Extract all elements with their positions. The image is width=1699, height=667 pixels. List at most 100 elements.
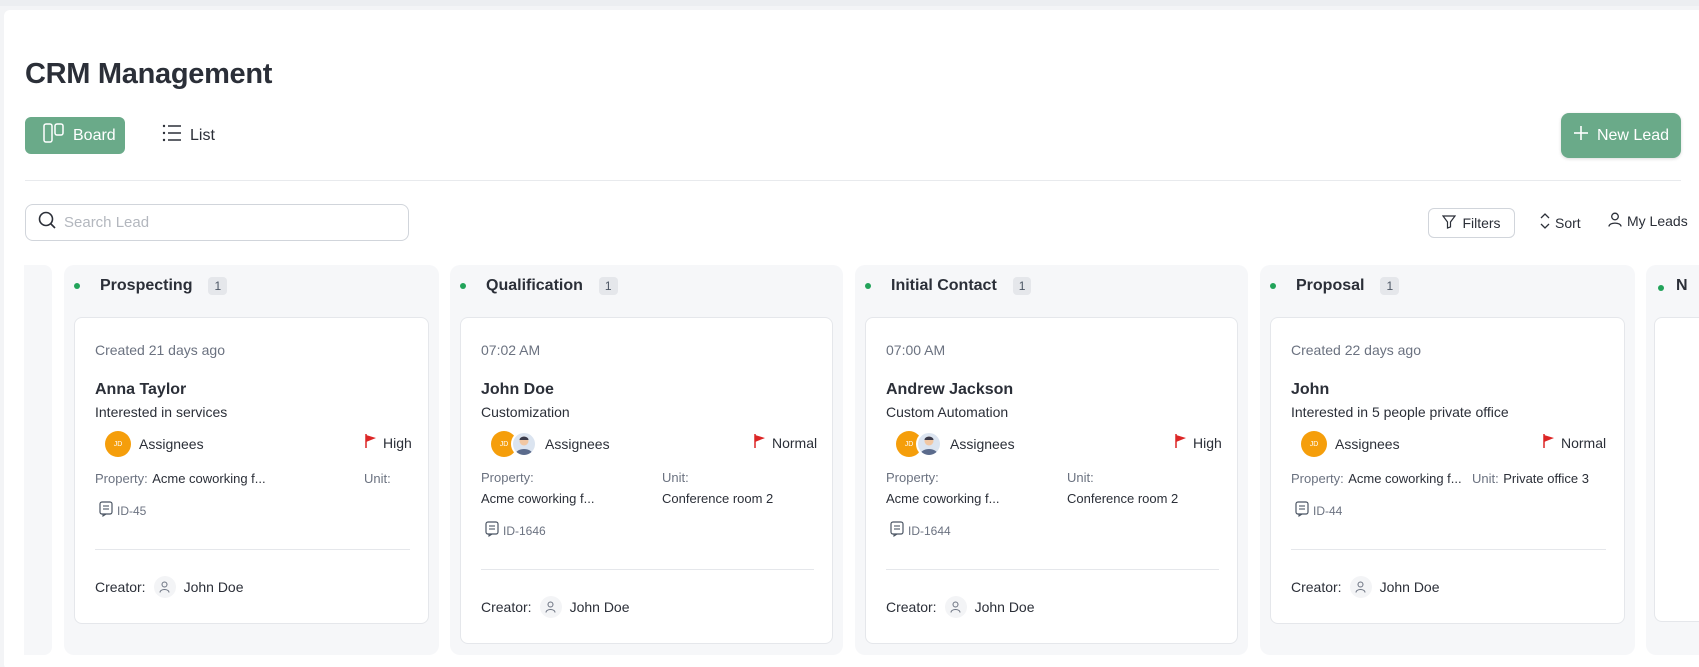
lead-id: ID-1644 (890, 521, 951, 540)
property-value: Acme coworking f... (886, 491, 1000, 506)
sort-button[interactable]: Sort (1540, 213, 1581, 232)
lead-description: Interested in services (95, 404, 228, 420)
search-input[interactable] (64, 214, 384, 231)
creator-label: Creator: (481, 599, 532, 615)
card-divider (1291, 549, 1606, 550)
receipt-icon (890, 521, 904, 540)
card-date: 07:00 AM (886, 342, 946, 358)
unit-row: Unit: Private office 3 (1472, 470, 1589, 488)
priority-badge[interactable]: Normal (1543, 434, 1606, 451)
property-label: Property: (886, 470, 939, 485)
column-stub-left (24, 265, 52, 655)
assignees[interactable]: JD Assignees (1301, 431, 1400, 457)
lead-card[interactable]: Created 21 days ago Anna Taylor Interest… (74, 317, 429, 624)
priority-badge[interactable]: Normal (754, 434, 817, 451)
card-date: Created 21 days ago (95, 342, 225, 358)
lead-card[interactable]: 07:02 AM John Doe Customization JD Assig… (460, 317, 833, 644)
search-box[interactable] (25, 204, 409, 241)
assignees[interactable]: JD Assignees (491, 431, 610, 457)
column-title: Initial Contact (891, 277, 997, 294)
unit-value: Conference room 2 (662, 491, 774, 506)
card-divider (95, 549, 410, 550)
plus-icon (1573, 125, 1589, 146)
property-row: Property: Acme coworking f... (1291, 470, 1462, 488)
new-lead-label: New Lead (1596, 126, 1670, 144)
user-icon (153, 576, 176, 598)
column-count: 1 (1380, 277, 1400, 295)
lead-name: Andrew Jackson (886, 381, 1014, 398)
lead-id-text: ID-44 (1313, 503, 1343, 518)
creator-label: Creator: (886, 599, 937, 615)
lead-card[interactable]: Created 22 days ago John Interested in 5… (1270, 317, 1625, 624)
property-value: Acme coworking f... (481, 491, 595, 506)
list-view-button[interactable]: List (162, 124, 215, 147)
status-dot (865, 283, 871, 289)
unit-label: Unit: (1472, 471, 1499, 486)
list-icon (162, 124, 182, 147)
avatar-photo (511, 431, 537, 457)
creator-name: John Doe (1379, 579, 1440, 595)
card-divider (886, 569, 1219, 570)
receipt-icon (1295, 501, 1309, 520)
column-prospecting: Prospecting 1 Created 21 days ago Anna T… (64, 265, 439, 655)
priority-badge[interactable]: High (1175, 434, 1222, 451)
lead-name: John Doe (481, 381, 554, 398)
board-icon (43, 123, 65, 148)
unit-label: Unit: (1067, 470, 1094, 485)
my-leads-button[interactable]: My Leads (1608, 212, 1688, 230)
property-label: Property: (95, 471, 148, 486)
property-row: Property: Acme coworking f... (95, 470, 266, 488)
lead-id: ID-1646 (485, 521, 546, 540)
creator-label: Creator: (95, 579, 146, 595)
column-title: Prospecting (100, 277, 193, 294)
card-date: Created 22 days ago (1291, 342, 1421, 358)
list-label: List (190, 126, 215, 144)
search-icon (38, 211, 56, 234)
column-initial-contact: Initial Contact 1 07:00 AM Andrew Jackso… (855, 265, 1248, 655)
page-title: CRM Management (25, 58, 273, 90)
assignees-label: Assignees (545, 436, 610, 452)
lead-name: Anna Taylor (95, 381, 187, 398)
property-label: Property: (1291, 471, 1344, 486)
lead-description: Custom Automation (886, 404, 1009, 420)
creator-name: John Doe (183, 579, 244, 595)
creator-row: Creator: John Doe (95, 576, 244, 598)
unit-value: Conference room 2 (1067, 491, 1179, 506)
flag-icon (1543, 434, 1555, 451)
priority-label: High (383, 434, 412, 451)
lead-id-text: ID-45 (117, 503, 147, 518)
assignees-label: Assignees (139, 436, 204, 452)
lead-name: John (1291, 381, 1330, 398)
priority-label: High (1193, 434, 1222, 451)
column-count: 1 (1012, 277, 1032, 295)
creator-name: John Doe (974, 599, 1035, 615)
lead-description: Customization (481, 404, 570, 420)
flag-icon (754, 434, 766, 451)
header-divider (25, 180, 1681, 181)
user-icon (539, 596, 562, 618)
assignees[interactable]: JD Assignees (896, 431, 1015, 457)
board-label: Board (73, 126, 116, 144)
priority-badge[interactable]: High (365, 434, 412, 451)
assignees-label: Assignees (950, 436, 1015, 452)
status-dot (74, 283, 80, 289)
user-icon (1608, 212, 1622, 230)
avatar-photo (916, 431, 942, 457)
unit-value: Private office 3 (1503, 471, 1589, 486)
column-header: Initial Contact 1 (865, 277, 1032, 295)
filters-button[interactable]: Filters (1428, 208, 1515, 238)
avatar: JD (1301, 431, 1327, 457)
new-lead-button[interactable]: New Lead (1561, 113, 1681, 158)
lead-card-partial (1654, 317, 1699, 622)
creator-row: Creator: John Doe (481, 596, 630, 618)
board-view-button[interactable]: Board (25, 117, 125, 154)
lead-card[interactable]: 07:00 AM Andrew Jackson Custom Automatio… (865, 317, 1238, 644)
priority-label: Normal (772, 434, 818, 451)
filters-label: Filters (1462, 215, 1501, 231)
flag-icon (1175, 434, 1187, 451)
my-leads-label: My Leads (1627, 213, 1688, 229)
user-icon (1349, 576, 1372, 598)
column-header: Prospecting 1 (74, 277, 228, 295)
assignees[interactable]: JD Assignees (105, 431, 204, 457)
lead-id: ID-44 (1295, 501, 1342, 520)
